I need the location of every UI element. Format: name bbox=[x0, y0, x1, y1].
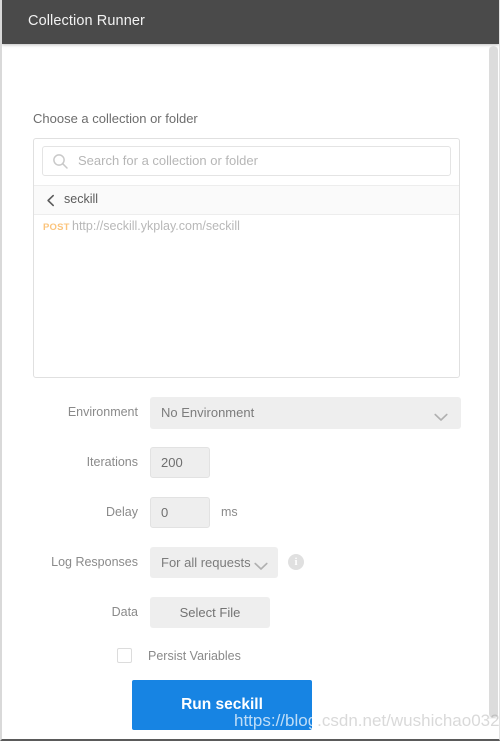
vertical-scrollbar[interactable] bbox=[489, 46, 498, 719]
iterations-input[interactable] bbox=[150, 447, 210, 478]
environment-label: Environment bbox=[67, 405, 138, 419]
log-responses-dropdown[interactable]: For all requests bbox=[150, 547, 278, 578]
data-label: Data bbox=[111, 605, 138, 619]
log-responses-value: For all requests bbox=[161, 555, 251, 570]
delay-label: Delay bbox=[106, 505, 138, 519]
persist-variables-label[interactable]: Persist Variables bbox=[148, 649, 241, 663]
runner-content: Choose a collection or folder Search for… bbox=[2, 44, 499, 739]
log-responses-row: Log Responses For all requests i bbox=[2, 547, 499, 578]
select-file-button[interactable]: Select File bbox=[150, 597, 270, 628]
breadcrumb-label: seckill bbox=[64, 192, 99, 206]
window-title: Collection Runner bbox=[28, 13, 145, 29]
scrollbar-thumb[interactable] bbox=[489, 46, 498, 718]
data-row: Data Select File bbox=[2, 597, 499, 628]
choose-collection-label: Choose a collection or folder bbox=[33, 111, 198, 126]
chevron-left-icon[interactable] bbox=[45, 194, 57, 207]
window-titlebar: Collection Runner bbox=[2, 0, 499, 44]
environment-value: No Environment bbox=[161, 405, 255, 420]
search-bar[interactable] bbox=[42, 146, 451, 176]
iterations-row: Iterations bbox=[2, 447, 499, 478]
search-input[interactable] bbox=[78, 147, 444, 175]
delay-unit: ms bbox=[221, 505, 238, 519]
request-url: http://seckill.ykplay.com/seckill bbox=[72, 219, 240, 233]
collection-runner-window: Collection Runner Choose a collection or… bbox=[0, 0, 500, 741]
chevron-down-icon bbox=[434, 409, 448, 421]
delay-input[interactable] bbox=[150, 497, 210, 528]
request-list: POST http://seckill.ykplay.com/seckill bbox=[34, 216, 459, 242]
delay-row: Delay ms bbox=[2, 497, 499, 528]
persist-variables-checkbox[interactable] bbox=[117, 648, 132, 663]
request-method: POST bbox=[43, 222, 70, 233]
search-icon bbox=[52, 153, 69, 170]
environment-row: Environment No Environment bbox=[2, 397, 499, 429]
breadcrumb[interactable]: seckill bbox=[34, 185, 459, 215]
chevron-down-icon bbox=[254, 558, 268, 570]
persist-variables-row: Persist Variables bbox=[2, 648, 499, 668]
log-responses-label: Log Responses bbox=[51, 555, 138, 569]
iterations-label: Iterations bbox=[86, 455, 138, 469]
collection-picker-panel: seckill POST http://seckill.ykplay.com/s… bbox=[33, 138, 460, 378]
info-icon[interactable]: i bbox=[288, 554, 304, 570]
list-item[interactable]: POST http://seckill.ykplay.com/seckill bbox=[34, 216, 459, 242]
run-collection-button[interactable]: Run seckill bbox=[132, 680, 312, 730]
environment-dropdown[interactable]: No Environment bbox=[150, 397, 461, 429]
